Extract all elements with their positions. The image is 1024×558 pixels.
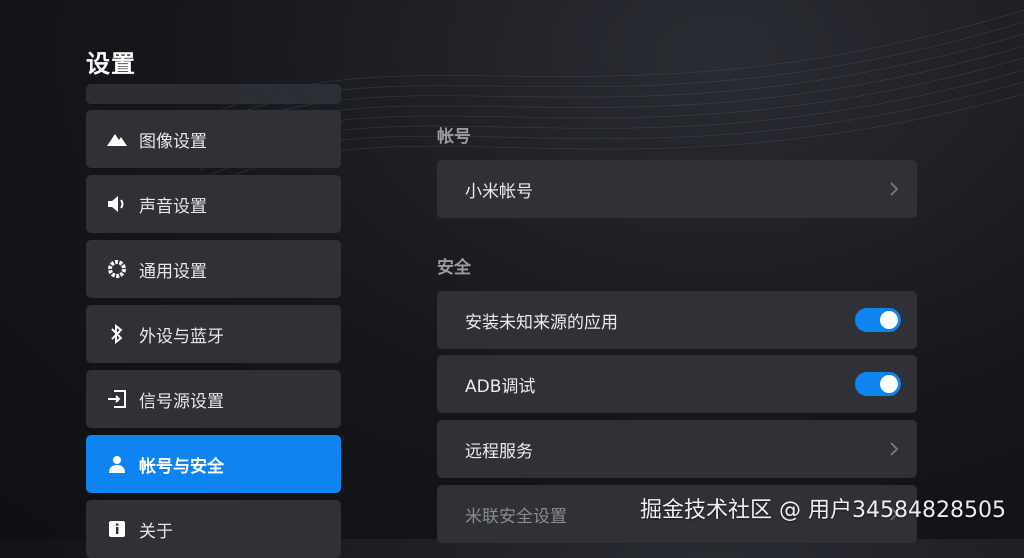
watermark-text: 掘金技术社区 @ 用户34584828505 <box>640 498 1006 523</box>
adb-debug-row[interactable]: ADB调试 <box>437 355 917 413</box>
toggle-knob <box>880 311 898 329</box>
row-label: 远程服务 <box>465 441 533 462</box>
sidebar-item-label: 帐号与安全 <box>139 456 224 477</box>
sidebar-item-sound[interactable]: 声音设置 <box>86 175 341 233</box>
row-label: 安装未知来源的应用 <box>465 312 618 333</box>
sidebar-item-label: 声音设置 <box>139 196 207 217</box>
chevron-right-icon <box>887 182 901 196</box>
sidebar-item-label: 信号源设置 <box>139 391 224 412</box>
user-icon <box>106 453 128 475</box>
install-unknown-apps-row[interactable]: 安装未知来源的应用 <box>437 291 917 349</box>
sidebar-item-about[interactable]: 关于 <box>86 500 341 558</box>
row-label: 小米帐号 <box>465 181 533 202</box>
sidebar-item-hidden-above[interactable] <box>86 84 341 104</box>
sidebar-item-label: 图像设置 <box>139 131 207 152</box>
chevron-right-icon <box>887 442 901 456</box>
xiaomi-account-row[interactable]: 小米帐号 <box>437 160 917 218</box>
adb-debug-toggle[interactable] <box>855 372 901 396</box>
toggle-knob <box>880 375 898 393</box>
sidebar-item-label: 关于 <box>139 521 173 542</box>
sidebar-item-input-source[interactable]: 信号源设置 <box>86 370 341 428</box>
sidebar-item-account-security[interactable]: 帐号与安全 <box>86 435 341 493</box>
section-title-security: 安全 <box>437 258 471 278</box>
info-icon <box>106 518 128 540</box>
sidebar-item-peripherals-bluetooth[interactable]: 外设与蓝牙 <box>86 305 341 363</box>
settings-sidebar: 图像设置 声音设置 通用设置 外设与蓝牙 信号源设置 帐号与安全 关于 <box>86 0 341 558</box>
gear-icon <box>106 258 128 280</box>
speaker-icon <box>106 193 128 215</box>
install-unknown-apps-toggle[interactable] <box>855 308 901 332</box>
bluetooth-icon <box>106 323 128 345</box>
section-title-account: 帐号 <box>437 127 471 147</box>
image-mountain-icon <box>106 128 128 150</box>
input-source-icon <box>106 388 128 410</box>
row-label: ADB调试 <box>465 376 536 397</box>
sidebar-item-label: 通用设置 <box>139 261 207 282</box>
remote-service-row[interactable]: 远程服务 <box>437 420 917 478</box>
settings-content: 帐号 小米帐号 安全 安装未知来源的应用 ADB调试 远程服务 米联安全设置 <box>437 0 917 543</box>
row-label: 米联安全设置 <box>465 506 567 527</box>
sidebar-item-general[interactable]: 通用设置 <box>86 240 341 298</box>
sidebar-item-picture[interactable]: 图像设置 <box>86 110 341 168</box>
sidebar-item-label: 外设与蓝牙 <box>139 326 224 347</box>
